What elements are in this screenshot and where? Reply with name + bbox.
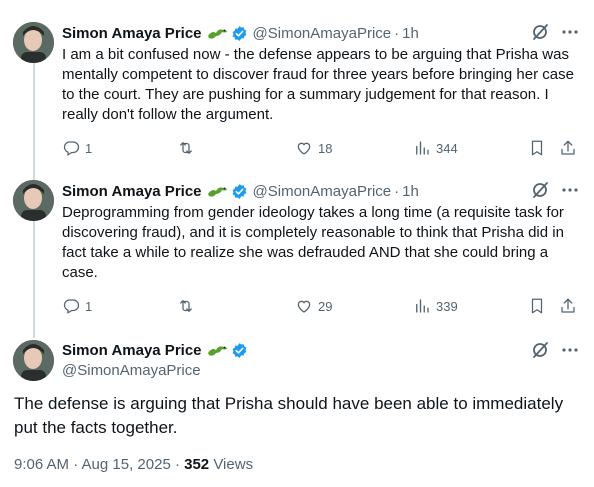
main-tweet-text: The defense is arguing that Prisha shoul… <box>14 394 564 437</box>
like-count: 29 <box>318 298 333 314</box>
more-dots-icon[interactable] <box>560 340 580 360</box>
like-count: 18 <box>318 140 333 156</box>
reply-count: 1 <box>85 140 93 156</box>
views-count: 344 <box>436 140 458 156</box>
retweet-button[interactable] <box>177 296 195 316</box>
author-name[interactable]: Simon Amaya Price <box>62 25 202 42</box>
bookmark-button[interactable] <box>528 138 546 158</box>
views-label: Views <box>209 456 254 473</box>
tweet-text: I am a bit confused now - the defense ap… <box>62 46 574 123</box>
verified-badge-icon <box>232 183 246 199</box>
retweet-icon <box>180 142 192 154</box>
retweet-icon <box>180 300 192 312</box>
share-button[interactable] <box>559 296 577 316</box>
like-button[interactable]: 29 <box>295 296 332 316</box>
more-dots-icon[interactable] <box>560 180 580 200</box>
tweet-timestamp[interactable]: 9:06 AM · Aug 15, 2025 · <box>14 456 184 473</box>
author-handle[interactable]: @SimonAmayaPrice <box>253 183 392 200</box>
lizard-emoji-icon <box>207 346 227 356</box>
author-name[interactable]: Simon Amaya Price <box>62 183 202 200</box>
tweet-header: Simon Amaya Price @SimonAmayaPrice · 1h <box>62 180 580 202</box>
author-handle[interactable]: @SimonAmayaPrice <box>253 25 392 42</box>
tweet-text: Deprogramming from gender ideology takes… <box>62 204 564 281</box>
tweet-actions: 1 29 339 <box>62 296 582 316</box>
heart-icon <box>297 300 311 313</box>
separator-dot: · <box>394 24 400 42</box>
views-count: 339 <box>436 298 458 314</box>
avatar[interactable] <box>13 180 54 221</box>
heart-icon <box>297 142 311 155</box>
lizard-emoji-icon <box>207 29 227 39</box>
thread-connector <box>33 62 35 182</box>
tweet-actions: 1 18 344 <box>62 138 582 158</box>
grok-icon[interactable] <box>530 180 550 200</box>
retweet-button[interactable] <box>177 138 195 158</box>
grok-icon[interactable] <box>530 22 550 42</box>
reply-icon <box>63 299 80 314</box>
grok-icon[interactable] <box>530 340 550 360</box>
bookmark-button[interactable] <box>528 296 546 316</box>
verified-badge-icon <box>232 25 246 41</box>
views-count: 352 <box>184 456 210 473</box>
lizard-emoji-icon <box>207 187 227 197</box>
verified-badge-icon <box>232 342 246 358</box>
avatar[interactable] <box>13 340 54 381</box>
tweet-meta: 9:06 AM · Aug 15, 2025 · 352 Views <box>14 456 253 473</box>
share-icon <box>561 298 575 313</box>
tweet-time[interactable]: 1h <box>402 25 419 42</box>
author-name[interactable]: Simon Amaya Price <box>62 342 202 359</box>
share-icon <box>561 140 575 155</box>
reply-count: 1 <box>85 298 93 314</box>
like-button[interactable]: 18 <box>295 138 332 158</box>
views-bar-icon <box>416 299 429 313</box>
views-button[interactable]: 339 <box>413 296 458 316</box>
reply-button[interactable]: 1 <box>62 138 92 158</box>
tweet-header: Simon Amaya Price @SimonAmayaPrice <box>62 340 580 379</box>
more-dots-icon[interactable] <box>560 22 580 42</box>
tweet-time[interactable]: 1h <box>402 183 419 200</box>
avatar[interactable] <box>13 22 54 63</box>
reply-button[interactable]: 1 <box>62 296 92 316</box>
views-bar-icon <box>416 141 429 155</box>
separator-dot: · <box>394 182 400 200</box>
bookmark-icon <box>531 298 543 314</box>
author-handle[interactable]: @SimonAmayaPrice <box>62 362 580 379</box>
reply-icon <box>63 141 80 156</box>
share-button[interactable] <box>559 138 577 158</box>
thread-connector <box>33 220 35 338</box>
views-button[interactable]: 344 <box>413 138 458 158</box>
tweet-header: Simon Amaya Price @SimonAmayaPrice · 1h <box>62 22 580 44</box>
bookmark-icon <box>531 140 543 156</box>
